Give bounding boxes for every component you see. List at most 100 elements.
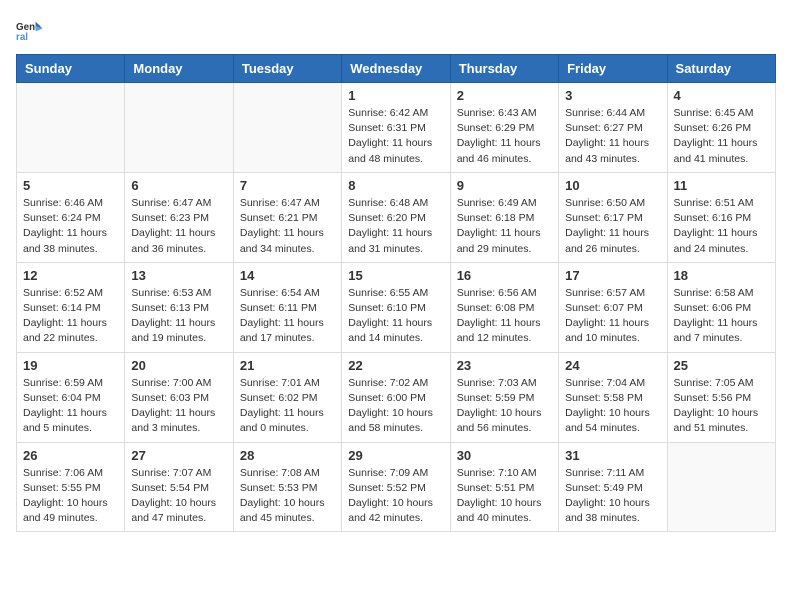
calendar-cell: 20 Sunrise: 7:00 AMSunset: 6:03 PMDayligh…	[125, 352, 233, 442]
day-number: 10	[565, 178, 660, 193]
calendar-cell: 25 Sunrise: 7:05 AMSunset: 5:56 PMDayligh…	[667, 352, 775, 442]
day-info: Sunrise: 6:43 AMSunset: 6:29 PMDaylight:…	[457, 106, 552, 167]
day-number: 28	[240, 448, 335, 463]
calendar-cell	[125, 83, 233, 173]
calendar-cell: 27Sunrise: 7:07 AMSunset: 5:54 PMDayligh…	[125, 442, 233, 532]
calendar-cell	[667, 442, 775, 532]
calendar-cell: 22 Sunrise: 7:02 AMSunset: 6:00 PMDayligh…	[342, 352, 450, 442]
day-number: 21	[240, 358, 335, 373]
calendar-cell: 31 Sunrise: 7:11 AMSunset: 5:49 PMDayligh…	[559, 442, 667, 532]
calendar-cell: 30 Sunrise: 7:10 AMSunset: 5:51 PMDayligh…	[450, 442, 558, 532]
weekday-header-monday: Monday	[125, 55, 233, 83]
day-number: 3	[565, 88, 660, 103]
calendar-cell: 28 Sunrise: 7:08 AMSunset: 5:53 PMDayligh…	[233, 442, 341, 532]
day-info: Sunrise: 6:50 AMSunset: 6:17 PMDaylight:…	[565, 196, 660, 257]
calendar-cell: 19 Sunrise: 6:59 AMSunset: 6:04 PMDayligh…	[17, 352, 125, 442]
weekday-header-thursday: Thursday	[450, 55, 558, 83]
day-number: 30	[457, 448, 552, 463]
day-number: 7	[240, 178, 335, 193]
calendar-cell: 7Sunrise: 6:47 AMSunset: 6:21 PMDaylight…	[233, 172, 341, 262]
calendar-table: SundayMondayTuesdayWednesdayThursdayFrid…	[16, 54, 776, 532]
day-info: Sunrise: 6:48 AMSunset: 6:20 PMDaylight:…	[348, 196, 443, 257]
calendar-cell: 21 Sunrise: 7:01 AMSunset: 6:02 PMDayligh…	[233, 352, 341, 442]
day-info: Sunrise: 7:00 AMSunset: 6:03 PMDaylight:…	[131, 376, 226, 437]
day-info: Sunrise: 7:11 AMSunset: 5:49 PMDaylight:…	[565, 466, 660, 527]
day-info: Sunrise: 7:03 AMSunset: 5:59 PMDaylight:…	[457, 376, 552, 437]
calendar-cell: 3Sunrise: 6:44 AMSunset: 6:27 PMDaylight…	[559, 83, 667, 173]
logo: Gene ral	[16, 16, 48, 44]
day-number: 2	[457, 88, 552, 103]
calendar-cell: 2 Sunrise: 6:43 AMSunset: 6:29 PMDaylight…	[450, 83, 558, 173]
day-info: Sunrise: 6:59 AMSunset: 6:04 PMDaylight:…	[23, 376, 118, 437]
day-number: 29	[348, 448, 443, 463]
calendar-cell: 13Sunrise: 6:53 AMSunset: 6:13 PMDayligh…	[125, 262, 233, 352]
logo-icon: Gene ral	[16, 16, 44, 44]
day-number: 16	[457, 268, 552, 283]
calendar-cell: 8Sunrise: 6:48 AMSunset: 6:20 PMDaylight…	[342, 172, 450, 262]
calendar-cell: 10 Sunrise: 6:50 AMSunset: 6:17 PMDayligh…	[559, 172, 667, 262]
weekday-header-tuesday: Tuesday	[233, 55, 341, 83]
day-number: 23	[457, 358, 552, 373]
day-info: Sunrise: 7:09 AMSunset: 5:52 PMDaylight:…	[348, 466, 443, 527]
svg-text:ral: ral	[16, 32, 28, 43]
day-number: 22	[348, 358, 443, 373]
calendar-week-row: 19 Sunrise: 6:59 AMSunset: 6:04 PMDayligh…	[17, 352, 776, 442]
day-number: 31	[565, 448, 660, 463]
day-info: Sunrise: 7:04 AMSunset: 5:58 PMDaylight:…	[565, 376, 660, 437]
day-number: 13	[131, 268, 226, 283]
calendar-cell: 5 Sunrise: 6:46 AMSunset: 6:24 PMDaylight…	[17, 172, 125, 262]
day-number: 6	[131, 178, 226, 193]
calendar-cell: 11Sunrise: 6:51 AMSunset: 6:16 PMDayligh…	[667, 172, 775, 262]
day-info: Sunrise: 6:54 AMSunset: 6:11 PMDaylight:…	[240, 286, 335, 347]
calendar-cell: 24 Sunrise: 7:04 AMSunset: 5:58 PMDayligh…	[559, 352, 667, 442]
day-number: 14	[240, 268, 335, 283]
calendar-week-row: 1Sunrise: 6:42 AMSunset: 6:31 PMDaylight…	[17, 83, 776, 173]
weekday-header-sunday: Sunday	[17, 55, 125, 83]
calendar-week-row: 26Sunrise: 7:06 AMSunset: 5:55 PMDayligh…	[17, 442, 776, 532]
day-number: 15	[348, 268, 443, 283]
calendar-cell	[17, 83, 125, 173]
day-number: 4	[674, 88, 769, 103]
day-number: 17	[565, 268, 660, 283]
day-info: Sunrise: 6:42 AMSunset: 6:31 PMDaylight:…	[348, 106, 443, 167]
calendar-week-row: 5 Sunrise: 6:46 AMSunset: 6:24 PMDaylight…	[17, 172, 776, 262]
calendar-cell: 23 Sunrise: 7:03 AMSunset: 5:59 PMDayligh…	[450, 352, 558, 442]
calendar-cell: 29 Sunrise: 7:09 AMSunset: 5:52 PMDayligh…	[342, 442, 450, 532]
day-number: 12	[23, 268, 118, 283]
day-number: 11	[674, 178, 769, 193]
day-number: 19	[23, 358, 118, 373]
calendar-week-row: 12 Sunrise: 6:52 AMSunset: 6:14 PMDayligh…	[17, 262, 776, 352]
calendar-cell: 16 Sunrise: 6:56 AMSunset: 6:08 PMDayligh…	[450, 262, 558, 352]
day-info: Sunrise: 6:56 AMSunset: 6:08 PMDaylight:…	[457, 286, 552, 347]
day-info: Sunrise: 7:01 AMSunset: 6:02 PMDaylight:…	[240, 376, 335, 437]
day-number: 5	[23, 178, 118, 193]
day-number: 24	[565, 358, 660, 373]
calendar-cell: 26Sunrise: 7:06 AMSunset: 5:55 PMDayligh…	[17, 442, 125, 532]
day-info: Sunrise: 6:49 AMSunset: 6:18 PMDaylight:…	[457, 196, 552, 257]
calendar-cell	[233, 83, 341, 173]
day-info: Sunrise: 6:45 AMSunset: 6:26 PMDaylight:…	[674, 106, 769, 167]
calendar-cell: 17Sunrise: 6:57 AMSunset: 6:07 PMDayligh…	[559, 262, 667, 352]
day-info: Sunrise: 7:02 AMSunset: 6:00 PMDaylight:…	[348, 376, 443, 437]
day-info: Sunrise: 6:47 AMSunset: 6:23 PMDaylight:…	[131, 196, 226, 257]
day-number: 18	[674, 268, 769, 283]
day-info: Sunrise: 7:10 AMSunset: 5:51 PMDaylight:…	[457, 466, 552, 527]
calendar-cell: 14 Sunrise: 6:54 AMSunset: 6:11 PMDayligh…	[233, 262, 341, 352]
day-number: 9	[457, 178, 552, 193]
day-number: 25	[674, 358, 769, 373]
calendar-cell: 18 Sunrise: 6:58 AMSunset: 6:06 PMDayligh…	[667, 262, 775, 352]
page-header: Gene ral	[16, 16, 776, 44]
day-info: Sunrise: 7:05 AMSunset: 5:56 PMDaylight:…	[674, 376, 769, 437]
day-info: Sunrise: 6:55 AMSunset: 6:10 PMDaylight:…	[348, 286, 443, 347]
day-number: 27	[131, 448, 226, 463]
weekday-header-wednesday: Wednesday	[342, 55, 450, 83]
day-info: Sunrise: 6:58 AMSunset: 6:06 PMDaylight:…	[674, 286, 769, 347]
calendar-cell: 4 Sunrise: 6:45 AMSunset: 6:26 PMDaylight…	[667, 83, 775, 173]
day-info: Sunrise: 6:46 AMSunset: 6:24 PMDaylight:…	[23, 196, 118, 257]
day-info: Sunrise: 6:52 AMSunset: 6:14 PMDaylight:…	[23, 286, 118, 347]
weekday-header-row: SundayMondayTuesdayWednesdayThursdayFrid…	[17, 55, 776, 83]
day-number: 20	[131, 358, 226, 373]
calendar-cell: 12 Sunrise: 6:52 AMSunset: 6:14 PMDayligh…	[17, 262, 125, 352]
day-info: Sunrise: 7:08 AMSunset: 5:53 PMDaylight:…	[240, 466, 335, 527]
weekday-header-saturday: Saturday	[667, 55, 775, 83]
